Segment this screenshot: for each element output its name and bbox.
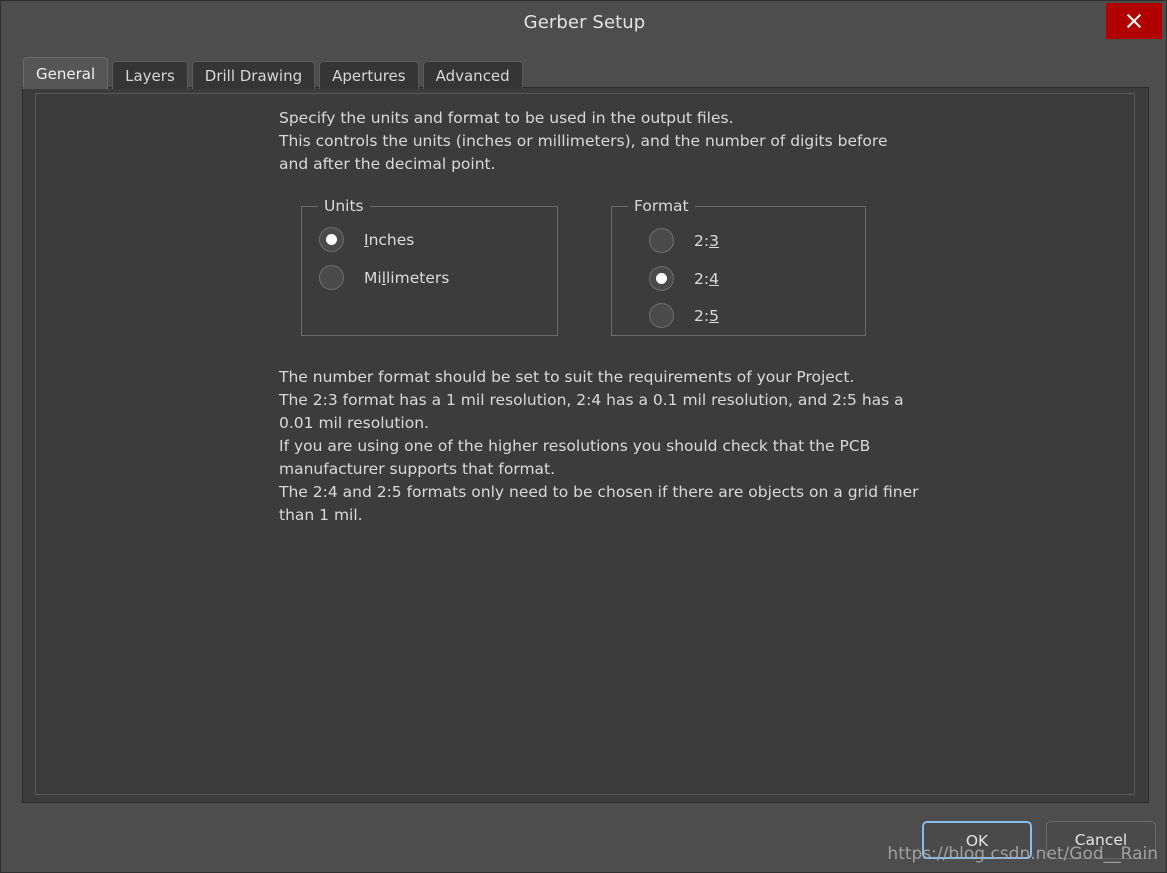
tab-general[interactable]: General	[23, 57, 109, 89]
tab-strip: General Layers Drill Drawing Apertures A…	[23, 56, 527, 89]
tab-drill-drawing[interactable]: Drill Drawing	[191, 61, 316, 89]
radio-format-2-5[interactable]: 2:5	[649, 303, 719, 328]
radio-inches-indicator[interactable]	[319, 227, 344, 252]
radio-format-2-5-indicator[interactable]	[649, 303, 674, 328]
radio-format-2-3-indicator[interactable]	[649, 228, 674, 253]
desc-line-3: If you are using one of the higher resol…	[279, 437, 871, 478]
content-frame: Specify the units and format to be used …	[35, 93, 1135, 795]
tab-content-panel: Specify the units and format to be used …	[22, 87, 1149, 803]
button-bar: OK Cancel	[1, 809, 1166, 872]
tab-layers[interactable]: Layers	[112, 61, 188, 89]
radio-inches[interactable]: Inches	[319, 227, 414, 252]
radio-format-2-4[interactable]: 2:4	[649, 266, 719, 291]
dialog-title: Gerber Setup	[523, 12, 646, 33]
tab-advanced[interactable]: Advanced	[422, 61, 523, 89]
close-x-icon	[1125, 12, 1143, 30]
format-group-label: Format	[628, 196, 695, 216]
option-groups: Units Inches Millimeters Format 2:3 2:4 …	[279, 196, 1119, 344]
radio-millimeters[interactable]: Millimeters	[319, 265, 449, 290]
title-bar: Gerber Setup	[1, 1, 1166, 45]
units-group-label: Units	[318, 196, 370, 216]
general-settings-content: Specify the units and format to be used …	[279, 107, 1119, 527]
desc-line-1: The number format should be set to suit …	[279, 368, 855, 386]
description-block: The number format should be set to suit …	[279, 366, 1119, 527]
tab-apertures[interactable]: Apertures	[319, 61, 419, 89]
format-group: Format 2:3 2:4 2:5	[611, 196, 866, 336]
radio-inches-label: Inches	[364, 230, 415, 249]
radio-format-2-4-indicator[interactable]	[649, 266, 674, 291]
radio-format-2-3[interactable]: 2:3	[649, 228, 719, 253]
radio-format-2-3-label: 2:3	[694, 231, 719, 250]
intro-line-1: Specify the units and format to be used …	[279, 109, 734, 127]
intro-line-2: This controls the units (inches or milli…	[279, 132, 888, 173]
units-group: Units Inches Millimeters	[301, 196, 558, 336]
gerber-setup-dialog: Gerber Setup General Layers Drill Drawin…	[0, 0, 1167, 873]
desc-line-2: The 2:3 format has a 1 mil resolution, 2…	[279, 391, 904, 432]
radio-format-2-5-label: 2:5	[694, 306, 719, 325]
ok-button[interactable]: OK	[922, 821, 1032, 859]
desc-line-4: The 2:4 and 2:5 formats only need to be …	[279, 483, 919, 524]
radio-millimeters-label: Millimeters	[364, 268, 450, 287]
radio-millimeters-indicator[interactable]	[319, 265, 344, 290]
close-button[interactable]	[1106, 3, 1162, 39]
radio-format-2-4-label: 2:4	[694, 269, 719, 288]
cancel-button[interactable]: Cancel	[1046, 821, 1156, 859]
